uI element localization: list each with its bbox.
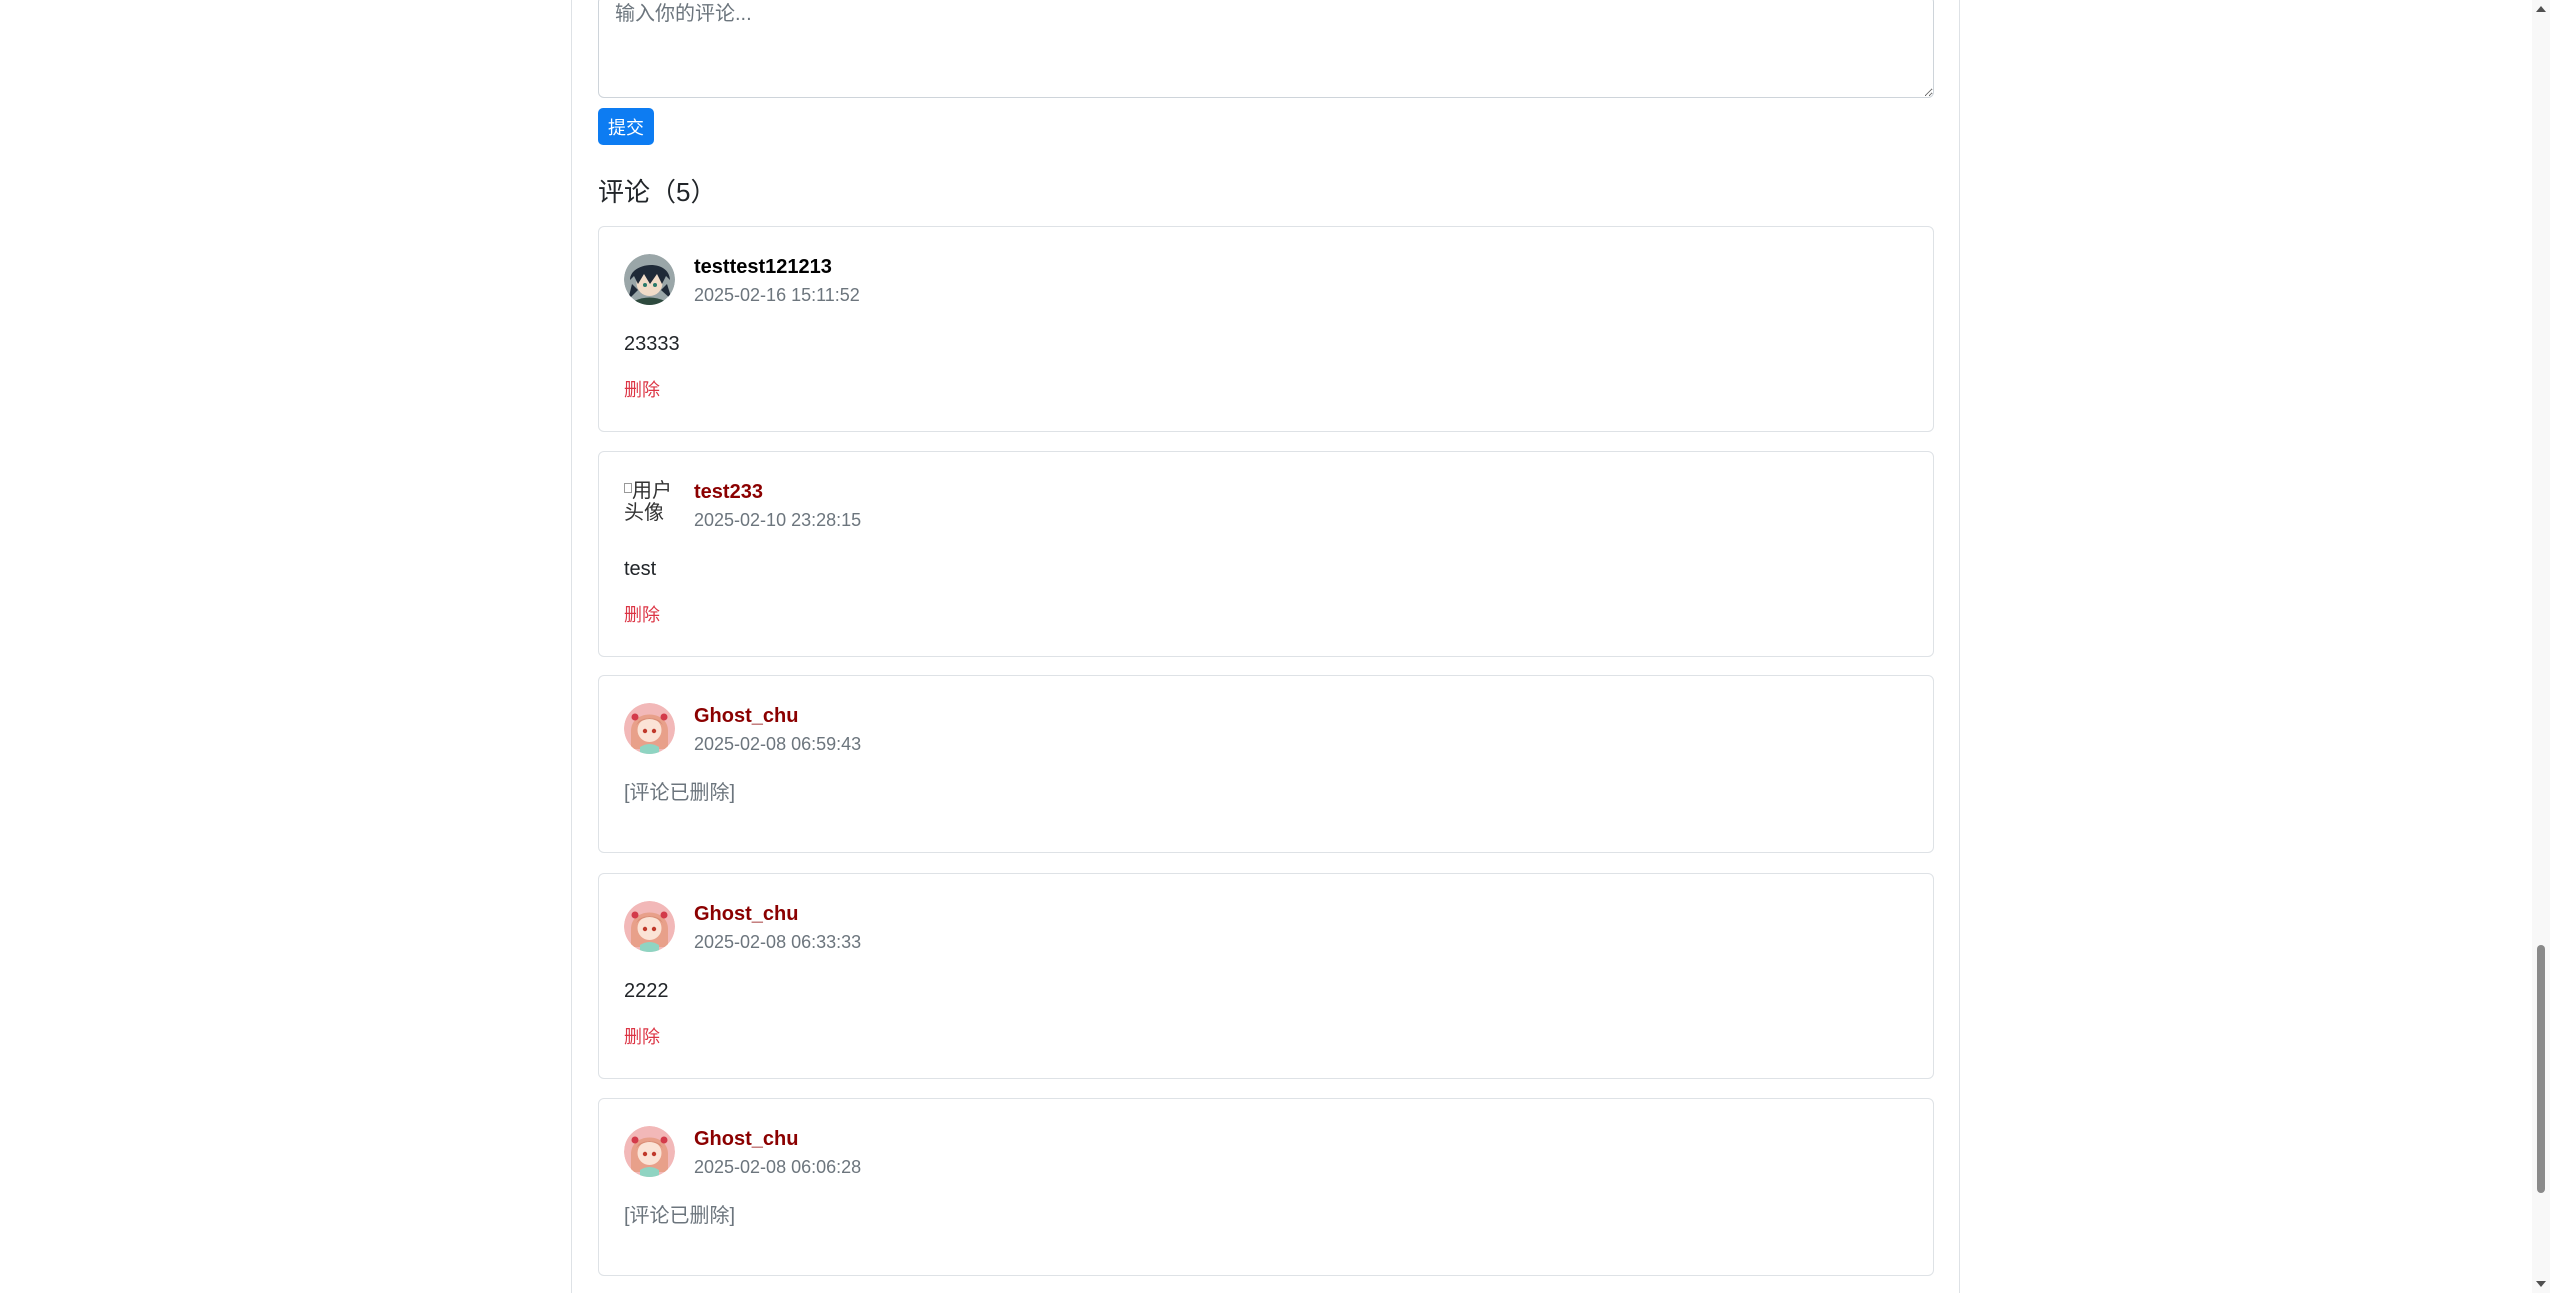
delete-link[interactable]: 删除 [624,604,660,626]
comment-text: 23333 [624,333,680,355]
delete-link[interactable]: 删除 [624,1026,660,1048]
comment-card: Ghost_chu 2025-02-08 06:06:28 [评论已删除] [598,1098,1934,1276]
comment-card: 用户头像 test233 2025-02-10 23:28:15 test 删除 [598,451,1934,657]
username-link[interactable]: Ghost_chu [694,902,798,926]
pink-hair-avatar-icon [624,703,675,754]
comment-text: test [624,558,657,580]
avatar [624,901,675,952]
comment-text: 2222 [624,980,669,1002]
scrollbar-thumb[interactable] [2537,945,2545,1193]
vertical-scrollbar[interactable] [2532,0,2550,1293]
comment-card: testtest121213 2025-02-16 15:11:52 23333… [598,226,1934,432]
deleted-comment-text: [评论已删除] [624,782,736,804]
comment-timestamp: 2025-02-10 23:28:15 [694,510,862,530]
avatar [624,1126,675,1177]
broken-avatar-image: 用户头像 [624,479,675,530]
avatar [624,254,675,305]
username-link[interactable]: Ghost_chu [694,1127,798,1151]
comments-heading: 评论（5） [598,177,717,207]
deleted-comment-text: [评论已删除] [624,1205,736,1227]
comment-timestamp: 2025-02-08 06:06:28 [694,1157,862,1177]
page-container: 提交 评论（5） testtest121213 2025-02-16 15:11… [571,0,1960,1293]
dark-hair-avatar-icon [624,254,675,305]
comment-card: Ghost_chu 2025-02-08 06:59:43 [评论已删除] [598,675,1934,853]
comment-timestamp: 2025-02-16 15:11:52 [694,285,860,305]
comment-card: Ghost_chu 2025-02-08 06:33:33 2222 删除 [598,873,1934,1079]
username-link[interactable]: test233 [694,480,763,504]
comment-timestamp: 2025-02-08 06:33:33 [694,932,862,952]
delete-link[interactable]: 删除 [624,379,660,401]
submit-button[interactable]: 提交 [598,108,654,145]
avatar-alt-text: 用户头像 [624,479,672,524]
avatar [624,703,675,754]
username-link[interactable]: Ghost_chu [694,704,798,728]
comment-timestamp: 2025-02-08 06:59:43 [694,734,862,754]
pink-hair-avatar-icon [624,901,675,952]
comment-input[interactable] [598,0,1934,98]
username-link[interactable]: testtest121213 [694,255,832,279]
scroll-up-arrow-icon[interactable] [2536,6,2546,12]
pink-hair-avatar-icon [624,1126,675,1177]
scroll-down-arrow-icon[interactable] [2536,1281,2546,1287]
broken-image-icon [624,483,632,493]
